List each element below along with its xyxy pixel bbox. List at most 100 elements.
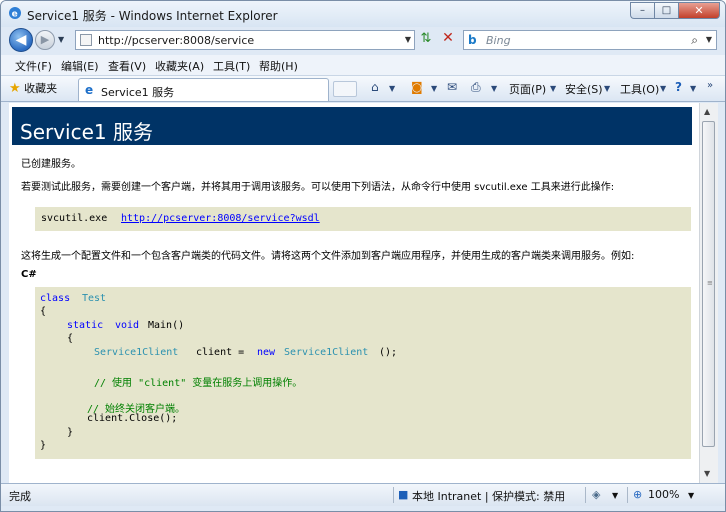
code-text: client.Close(); xyxy=(87,413,178,424)
status-divider xyxy=(627,487,628,503)
menu-bar: 文件(F) 编辑(E) 查看(V) 收藏夹(A) 工具(T) 帮助(H) xyxy=(1,55,725,76)
search-input[interactable]: Bing xyxy=(486,34,511,47)
tab-title: Service1 服务 xyxy=(101,86,175,99)
search-options-icon[interactable]: ▼ xyxy=(706,35,712,44)
home-dropdown-icon[interactable]: ▼ xyxy=(389,84,395,93)
grip-icon: ≡ xyxy=(707,279,713,287)
status-divider xyxy=(393,487,394,503)
svcutil-command: svcutil.exe xyxy=(41,213,108,224)
menu-favorites[interactable]: 收藏夹(A) xyxy=(155,58,204,74)
code-text: Main() xyxy=(148,320,185,331)
feeds-dropdown-icon[interactable]: ▼ xyxy=(431,84,437,93)
title-bar: e Service1 服务 - Windows Internet Explore… xyxy=(1,1,725,27)
menu-view[interactable]: 查看(V) xyxy=(108,58,146,74)
arrow-right-icon: ▶ xyxy=(40,33,50,46)
safety-menu-button[interactable]: 安全(S) xyxy=(565,81,603,97)
page-title: Service1 服务 xyxy=(20,120,153,144)
code-brace: { xyxy=(67,333,74,344)
test-instructions-text: 若要测试此服务，需要创建一个客户端，并将其用于调用该服务。可以使用下列语法，从命… xyxy=(21,182,615,193)
svcutil-command-box: svcutil.exe http://pcserver:8008/service… xyxy=(35,207,691,231)
code-brace: } xyxy=(40,440,47,451)
command-bar: ★ 收藏夹 e Service1 服务 ⌂ ▼ ◙ ▼ ✉ ⎙ ▼ 页面(P) … xyxy=(1,76,725,102)
scroll-thumb[interactable]: ≡ xyxy=(702,121,715,447)
maximize-button[interactable]: □ xyxy=(654,2,678,19)
favorites-label: 收藏夹 xyxy=(24,82,58,95)
code-keyword: static xyxy=(67,320,104,331)
stop-icon[interactable]: ✕ xyxy=(439,30,457,48)
home-icon[interactable]: ⌂ xyxy=(371,80,379,94)
code-type: Service1Client xyxy=(94,347,179,358)
code-keyword: void xyxy=(115,320,140,331)
tools-menu-button[interactable]: 工具(O) xyxy=(620,81,659,97)
status-text: 完成 xyxy=(9,490,31,503)
safety-dropdown-icon[interactable]: ▼ xyxy=(604,84,610,93)
code-keyword: new xyxy=(257,347,276,358)
search-box[interactable]: b Bing ⌕ ▼ xyxy=(463,30,717,50)
window-controls: – □ ✕ xyxy=(630,2,720,20)
more-commands-icon[interactable]: » xyxy=(707,80,713,91)
status-divider xyxy=(585,487,586,503)
favorites-button[interactable]: ★ 收藏夹 xyxy=(9,80,57,96)
code-comment: // 使用 "client" 变量在服务上调用操作。 xyxy=(94,378,303,389)
print-icon[interactable]: ⎙ xyxy=(471,80,481,95)
mail-icon[interactable]: ✉ xyxy=(447,80,457,94)
ie-tab-icon: e xyxy=(85,83,94,97)
help-dropdown-icon[interactable]: ▼ xyxy=(690,84,696,93)
search-icon[interactable]: ⌕ xyxy=(691,33,698,48)
navigation-bar: ◀ ▶ ▼ http://pcserver:8008/service ▼ ⇅ ✕… xyxy=(1,27,725,55)
code-type: Test xyxy=(82,293,107,304)
new-tab-button[interactable] xyxy=(333,81,357,97)
menu-file[interactable]: 文件(F) xyxy=(15,58,52,74)
tab-service1[interactable]: e Service1 服务 xyxy=(78,78,329,101)
print-dropdown-icon[interactable]: ▼ xyxy=(491,84,497,93)
service-created-text: 已创建服务。 xyxy=(21,159,81,170)
code-keyword: class xyxy=(40,293,71,304)
code-text: (); xyxy=(379,347,398,358)
vertical-scrollbar[interactable]: ▲ ≡ ▼ xyxy=(699,103,718,483)
zoom-icon: ⊕ xyxy=(633,488,643,501)
tools-dropdown-icon[interactable]: ▼ xyxy=(660,84,666,93)
zoom-level[interactable]: 100% xyxy=(648,488,679,501)
security-zone-text[interactable]: 本地 Intranet | 保护模式: 禁用 xyxy=(412,488,565,504)
scroll-up-icon[interactable]: ▲ xyxy=(704,107,710,116)
back-button[interactable]: ◀ xyxy=(9,28,33,52)
code-text: client = xyxy=(196,347,245,358)
star-icon: ★ xyxy=(9,81,21,96)
intranet-zone-icon: ■ xyxy=(398,488,409,501)
protected-mode-dropdown-icon[interactable]: ▼ xyxy=(612,491,618,500)
code-type: Service1Client xyxy=(284,347,369,358)
window-title: Service1 服务 - Windows Internet Explorer xyxy=(27,9,278,23)
status-bar: 完成 ■ 本地 Intranet | 保护模式: 禁用 ◈ ▼ ⊕ 100% ▼ xyxy=(1,483,725,506)
help-icon[interactable]: ? xyxy=(675,80,682,94)
scroll-down-icon[interactable]: ▼ xyxy=(704,469,710,478)
wsdl-link[interactable]: http://pcserver:8008/service?wsdl xyxy=(121,213,320,224)
menu-tools[interactable]: 工具(T) xyxy=(213,58,250,74)
address-dropdown-icon[interactable]: ▼ xyxy=(405,35,411,44)
forward-button[interactable]: ▶ xyxy=(35,30,55,50)
sample-code-box: class Test { static void Main() { Servic… xyxy=(35,287,691,459)
code-brace: } xyxy=(67,427,74,438)
code-language-label: C# xyxy=(21,269,37,280)
address-bar[interactable]: http://pcserver:8008/service ▼ xyxy=(75,30,415,50)
page-content: Service1 服务 已创建服务。 若要测试此服务，需要创建一个客户端，并将其… xyxy=(9,103,699,483)
ie-logo-icon: e xyxy=(9,7,21,20)
svg-text:e: e xyxy=(12,10,18,20)
zoom-dropdown-icon[interactable]: ▼ xyxy=(688,491,694,500)
protected-mode-icon[interactable]: ◈ xyxy=(592,488,600,501)
browser-window: e Service1 服务 - Windows Internet Explore… xyxy=(0,0,726,512)
close-button[interactable]: ✕ xyxy=(678,2,720,19)
recent-pages-dropdown[interactable]: ▼ xyxy=(58,35,64,44)
page-menu-button[interactable]: 页面(P) xyxy=(509,81,546,97)
arrow-left-icon: ◀ xyxy=(15,32,27,48)
code-brace: { xyxy=(40,306,47,317)
generated-files-text: 这将生成一个配置文件和一个包含客户端类的代码文件。请将这两个文件添加到客户端应用… xyxy=(21,251,635,262)
menu-help[interactable]: 帮助(H) xyxy=(259,58,298,74)
address-input[interactable]: http://pcserver:8008/service xyxy=(98,34,254,47)
refresh-icon[interactable]: ⇅ xyxy=(417,31,435,49)
page-banner: Service1 服务 xyxy=(12,107,692,145)
feeds-icon[interactable]: ◙ xyxy=(411,80,423,94)
page-icon xyxy=(80,34,92,46)
page-dropdown-icon[interactable]: ▼ xyxy=(550,84,556,93)
minimize-button[interactable]: – xyxy=(630,2,654,19)
menu-edit[interactable]: 编辑(E) xyxy=(61,58,99,74)
